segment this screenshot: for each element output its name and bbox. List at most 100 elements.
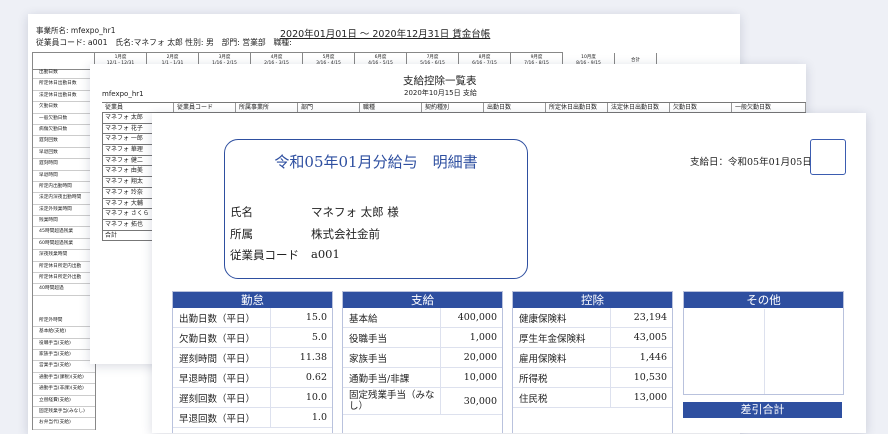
row-value: 11.38 (270, 347, 332, 368)
ledger-row-gap (33, 296, 95, 316)
table-row: 健康保険料 23,194 (513, 308, 672, 328)
ledger-row-label: お弁当代(支給) (33, 418, 95, 430)
deduction-column-header: 従業員コード (174, 103, 236, 112)
deductions-table: 健康保険料 23,194 厚生年金保険料 43,005 雇用保険料 1,446 所得税… (513, 308, 672, 408)
row-label: 固定残業手当（みなし） (343, 387, 441, 415)
row-label: 健康保険料 (513, 308, 611, 328)
row-value: 10,530 (610, 367, 672, 388)
pay-slip-sheet: 令和05年01月分給与 明細書 氏名 マネフォ 太郎 様 所属 株式会社金前 従… (152, 113, 866, 433)
slip-title: 令和05年01月分給与 明細書 (274, 153, 478, 171)
row-label: 住民税 (513, 387, 611, 408)
ledger-row-label: 遅刻時間 (33, 159, 95, 171)
ledger-row-label: 深夜残業時間 (33, 250, 95, 262)
deduction-column-header: 法定休日出勤日数 (608, 103, 670, 112)
row-value: 10.0 (270, 387, 332, 408)
net-total-header: 差引合計 (683, 402, 842, 418)
deduction-company: mfexpo_hr1 (102, 90, 144, 98)
row-label: 基本給 (343, 308, 441, 328)
ledger-row-label: 家族手当(支給) (33, 350, 95, 362)
table-row: 欠勤日数（平日） 5.0 (173, 327, 332, 348)
row-value: 13,000 (610, 387, 672, 408)
deduction-column-header: 職種 (360, 103, 422, 112)
table-row: 厚生年金保険料 43,005 (513, 327, 672, 348)
deductions-header: 控除 (513, 292, 672, 308)
ledger-row-label: 営業手当(支給) (33, 361, 95, 373)
ledger-row-label: 早退時間 (33, 171, 95, 182)
row-label: 早退回数（平日） (173, 407, 271, 428)
ledger-office: 事業所名: mfexpo_hr1 (36, 26, 116, 35)
attendance-table: 出勤日数（平日） 15.0 欠勤日数（平日） 5.0 遅刻時間（平日） 11.38 早… (173, 308, 332, 428)
payments-header: 支給 (343, 292, 502, 308)
row-value: 1.0 (270, 407, 332, 428)
ledger-row-label: 病傷欠勤日数 (33, 125, 95, 137)
slip-name-label: 氏名 (230, 205, 253, 219)
ledger-row-label: 遅刻回数 (33, 136, 95, 148)
ledger-row-label: 所定外時間 (33, 316, 95, 328)
ledger-row-label: 法定休日出勤日数 (33, 91, 95, 103)
row-label: 通勤手当/非課 (343, 367, 441, 388)
deduction-column-header: 出勤日数 (484, 103, 546, 112)
row-value: 1,000 (440, 327, 502, 348)
row-value: 5.0 (270, 327, 332, 348)
ledger-row-label: 役職手当(支給) (33, 339, 95, 350)
row-label: 厚生年金保険料 (513, 327, 611, 348)
row-value: 43,005 (610, 327, 672, 348)
row-label: 所得税 (513, 367, 611, 388)
table-row: 基本給 400,000 (343, 308, 502, 328)
row-value: 20,000 (440, 347, 502, 368)
ledger-row-label: 欠勤日数 (33, 102, 95, 114)
table-row: 固定残業手当（みなし） 30,000 (343, 387, 502, 415)
table-row: 役職手当 1,000 (343, 327, 502, 348)
ledger-row-label: 基本給(支給) (33, 327, 95, 339)
ledger-row-label: 所定休日所定内出勤 (33, 262, 95, 274)
deductions-panel: 控除 健康保険料 23,194 厚生年金保険料 43,005 雇用保険料 1,446 … (512, 291, 673, 433)
row-label: 出勤日数（平日） (173, 308, 271, 328)
slip-code-value: a001 (311, 247, 340, 261)
deduction-column-header: 一般欠勤日数 (732, 103, 806, 112)
ledger-row-label: 早退回数 (33, 148, 95, 160)
attendance-panel: 勤怠 出勤日数（平日） 15.0 欠勤日数（平日） 5.0 遅刻時間（平日） 11.3… (172, 291, 333, 433)
table-row: 家族手当 20,000 (343, 347, 502, 368)
deduction-date: 2020年10月15日 支給 (404, 89, 477, 97)
table-row: 雇用保険料 1,446 (513, 347, 672, 368)
attendance-header: 勤怠 (173, 292, 332, 308)
ledger-row-label: 固定残業手当(みなし) (33, 407, 95, 419)
ledger-row-label: 60時間超過残業 (33, 239, 95, 251)
slip-pay-date: 支給日：令和05年01月05日 (690, 157, 812, 168)
table-row: 出勤日数（平日） 15.0 (173, 308, 332, 328)
slip-dept-label: 所属 (230, 227, 253, 241)
row-value: 0.62 (270, 367, 332, 388)
other-divider (764, 309, 765, 394)
deduction-column-header: 所属事業所 (236, 103, 298, 112)
table-row: 所得税 10,530 (513, 367, 672, 388)
payments-panel: 支給 基本給 400,000 役職手当 1,000 家族手当 20,000 通勤手当/… (342, 291, 503, 433)
slip-code-row: 従業員コード a001 (230, 247, 340, 263)
slip-name-value: マネフォ 太郎 様 (311, 205, 399, 219)
slip-header-box: 令和05年01月分給与 明細書 氏名 マネフォ 太郎 様 所属 株式会社金前 従… (224, 139, 528, 279)
table-row: 遅刻回数（平日） 10.0 (173, 387, 332, 408)
deduction-title: 支給控除一覧表 (403, 75, 477, 87)
ledger-title: 2020年01月01日 ～ 2020年12月31日 賃金台帳 (280, 29, 491, 40)
ledger-corner-cell (33, 53, 95, 69)
row-label: 欠勤日数（平日） (173, 327, 271, 348)
row-value: 30,000 (440, 387, 502, 415)
ledger-row-label: 通勤手当(非課)(支給) (33, 384, 95, 396)
deduction-column-header: 部門 (298, 103, 360, 112)
deduction-column-header: 従業員 (102, 103, 174, 112)
slip-code-label: 従業員コード (230, 248, 299, 262)
ledger-row-label: 一般欠勤日数 (33, 114, 95, 125)
ledger-row-label: 所定休日所定外出勤 (33, 273, 95, 285)
row-label: 雇用保険料 (513, 347, 611, 368)
deduction-column-header: 契約種別 (422, 103, 484, 112)
table-row: 遅刻時間（平日） 11.38 (173, 347, 332, 368)
other-header: その他 (684, 292, 843, 308)
ledger-row-label: 通勤手当(課税)(支給) (33, 373, 95, 385)
ledger-row-label: 所定休日出勤日数 (33, 79, 95, 91)
table-row: 住民税 13,000 (513, 387, 672, 408)
ledger-row-label: 40時間超過 (33, 284, 95, 296)
row-label: 早退時間（平日） (173, 367, 271, 388)
row-label: 遅刻時間（平日） (173, 347, 271, 368)
row-value: 15.0 (270, 308, 332, 328)
row-label: 家族手当 (343, 347, 441, 368)
deduction-column-header: 所定休日出勤日数 (546, 103, 608, 112)
